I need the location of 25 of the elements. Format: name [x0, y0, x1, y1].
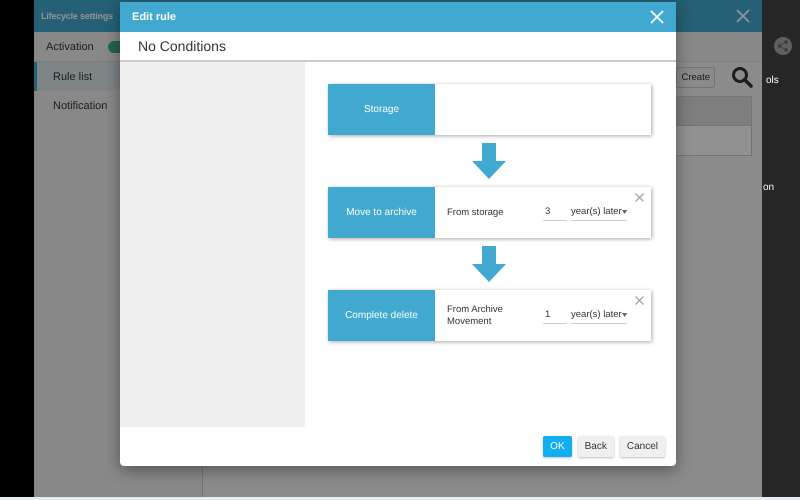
source-label: From storage — [447, 206, 504, 218]
panel-title: Lifecycle settings — [41, 11, 113, 21]
dialog-button[interactable]: Cancel — [620, 436, 665, 457]
source-label: From Archive Movement — [447, 304, 504, 327]
activation-label: Activation — [46, 40, 94, 52]
caret-icon — [622, 312, 627, 318]
down-arrow-icon — [472, 246, 506, 282]
dialog-title: Edit rule — [132, 11, 176, 23]
share-icon[interactable] — [774, 37, 792, 55]
down-arrow-icon — [472, 143, 506, 179]
step-label: Complete delete — [328, 290, 435, 341]
step-label: Storage — [328, 84, 435, 135]
dialog-button[interactable]: Back — [578, 436, 614, 457]
search-icon[interactable] — [731, 66, 753, 88]
years-input[interactable]: 3 — [543, 204, 567, 221]
close-icon[interactable] — [635, 193, 644, 202]
close-icon[interactable] — [635, 296, 644, 305]
column-text: ols — [766, 75, 779, 86]
years-input[interactable]: 1 — [543, 307, 567, 324]
caret-icon — [622, 208, 627, 214]
column-text: on — [763, 182, 774, 193]
unit-dropdown[interactable]: year(s) later — [571, 204, 627, 221]
create-button[interactable]: Create — [676, 66, 715, 88]
unit-dropdown[interactable]: year(s) later — [571, 307, 627, 324]
step-label: Move to archive — [328, 187, 435, 238]
